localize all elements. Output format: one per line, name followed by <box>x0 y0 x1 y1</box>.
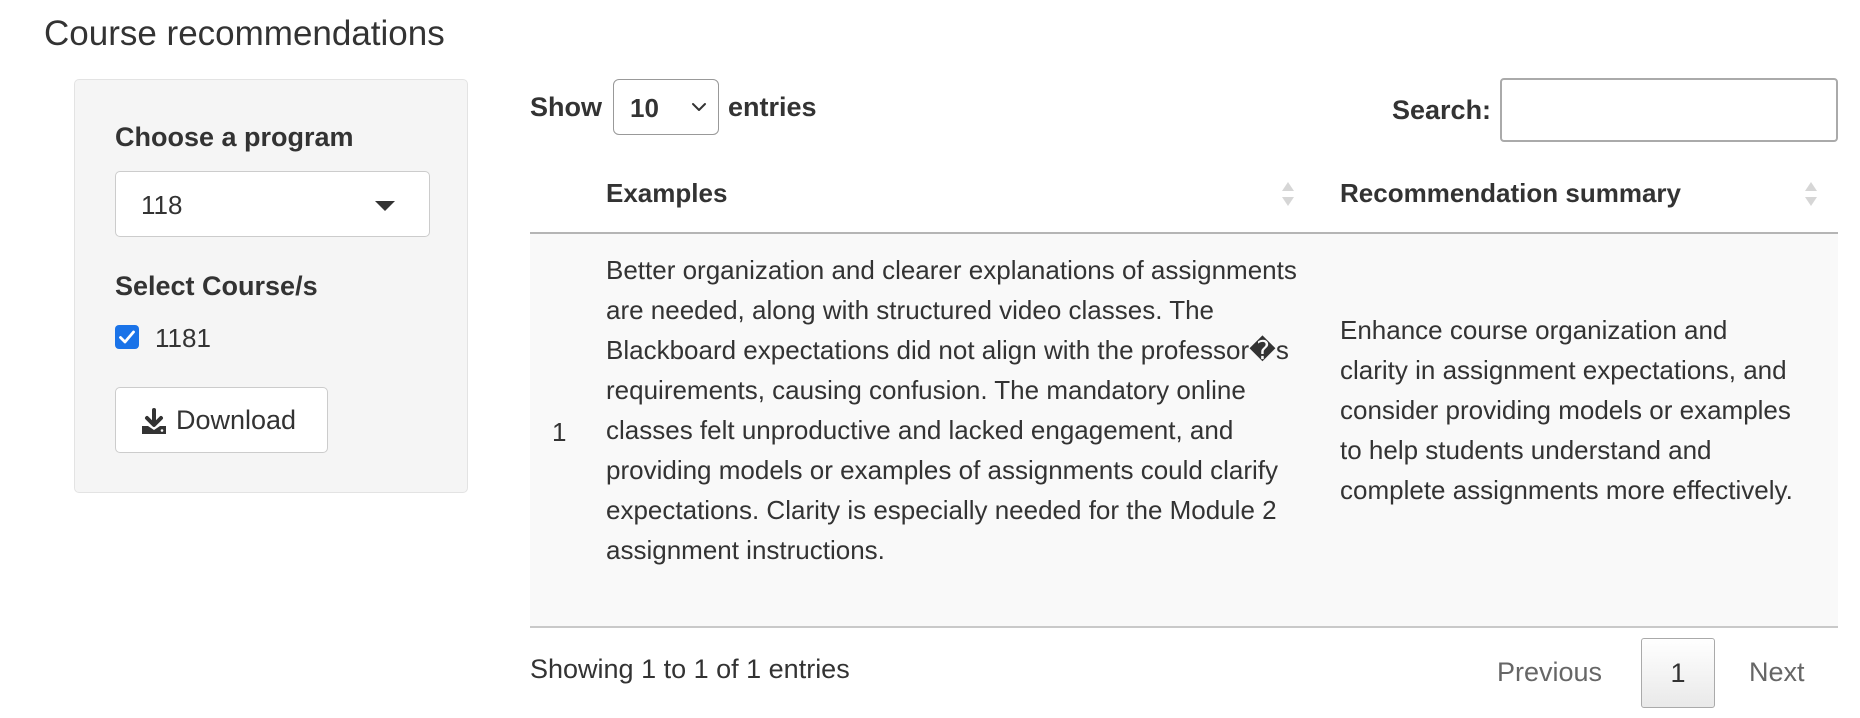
show-label: Show <box>530 92 602 122</box>
page-number: 1 <box>1670 658 1686 688</box>
row-index: 1 <box>552 417 567 447</box>
next-page-button[interactable]: Next <box>1749 657 1805 688</box>
column-header-examples[interactable]: Examples <box>606 178 727 209</box>
checkmark-icon <box>119 330 135 344</box>
sort-icon[interactable] <box>1802 174 1820 214</box>
page-length-select[interactable]: 10 <box>613 79 719 135</box>
course-checkbox[interactable] <box>115 325 139 349</box>
chevron-down-icon <box>692 103 706 111</box>
download-icon <box>142 408 166 434</box>
summary-cell: Enhance course organization and clarity … <box>1340 315 1793 505</box>
page-title: Course recommendations <box>44 14 445 53</box>
column-header-recommendation-summary[interactable]: Recommendation summary <box>1340 178 1681 209</box>
examples-cell: Better organization and clearer explanat… <box>606 255 1297 565</box>
sidebar-panel: Choose a program 118 Select Course/s 118… <box>74 79 468 493</box>
table-row: 1 Better organization and clearer explan… <box>530 234 1838 628</box>
caret-down-icon <box>375 201 395 211</box>
download-button-label: Download <box>176 405 297 435</box>
program-select-value: 118 <box>141 190 183 220</box>
download-button[interactable]: Download <box>115 387 328 453</box>
search-input[interactable] <box>1500 78 1838 142</box>
page-1-button[interactable]: 1 <box>1641 638 1715 708</box>
program-label: Choose a program <box>115 122 354 152</box>
page-length-value: 10 <box>630 93 659 123</box>
sort-icon[interactable] <box>1279 174 1297 214</box>
search-label: Search: <box>1392 95 1492 125</box>
course-label: Select Course/s <box>115 271 318 301</box>
entries-label: entries <box>728 92 817 122</box>
table-info: Showing 1 to 1 of 1 entries <box>530 654 850 684</box>
previous-page-button[interactable]: Previous <box>1497 657 1602 688</box>
course-checkbox-label: 1181 <box>155 323 211 353</box>
table-header-row: Examples Recommendation summary <box>530 168 1838 234</box>
program-select[interactable]: 118 <box>115 171 430 237</box>
